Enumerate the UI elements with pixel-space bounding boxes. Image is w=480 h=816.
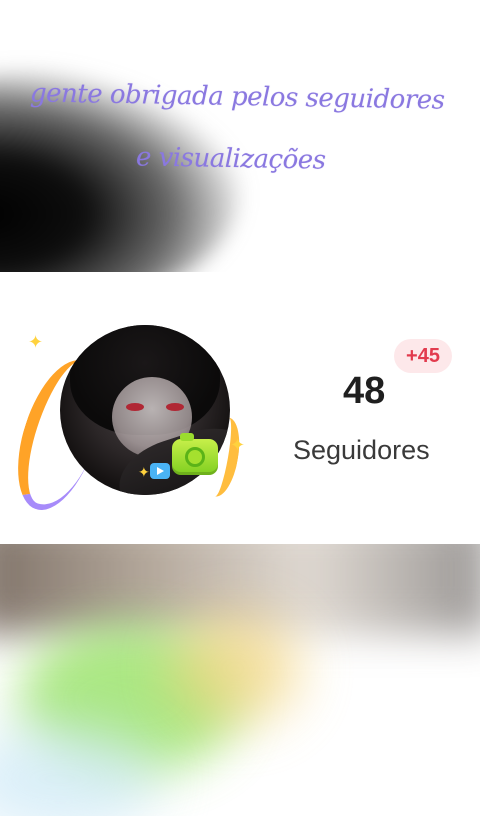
caption-line-2: e visualizações — [135, 142, 326, 176]
camera-lens — [185, 447, 205, 467]
followers-increase-badge: +45 — [394, 339, 452, 373]
camera-icon — [172, 433, 218, 475]
play-icon — [150, 463, 170, 479]
blur-yellow — [170, 614, 300, 724]
sparkle-icon: ✦ — [230, 435, 246, 456]
bottom-blurred-area — [0, 544, 480, 816]
camera-top — [180, 433, 194, 441]
avatar-eye-left — [126, 403, 144, 411]
avatar-with-frame[interactable]: ✦ ✦ ✦ — [1, 317, 258, 521]
sparkle-icon: ✦ — [28, 332, 44, 353]
profile-stats-card: ✦ ✦ ✦ — [0, 272, 480, 544]
avatar-eye-right — [166, 403, 184, 411]
sparkle-icon: ✦ — [138, 465, 150, 481]
top-banner: gente obrigada pelos seguidores e visual… — [0, 0, 480, 272]
followers-count[interactable]: 48 — [343, 370, 385, 413]
followers-label[interactable]: Seguidores — [293, 435, 430, 466]
